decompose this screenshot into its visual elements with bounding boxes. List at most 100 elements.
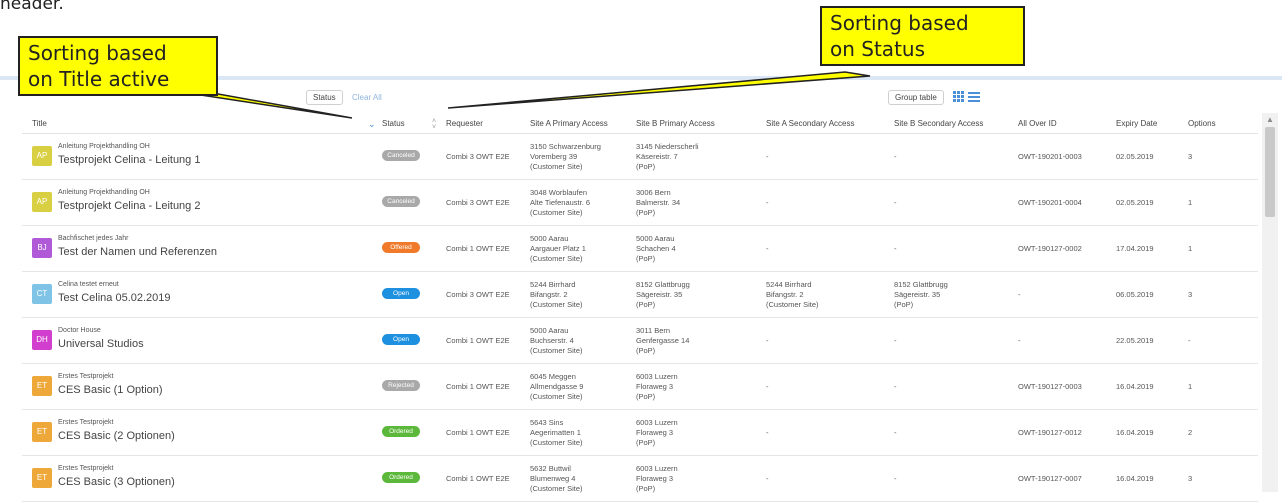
col-expiry-date[interactable]: Expiry Date [1116, 119, 1157, 128]
siteB2-cell: - [894, 474, 897, 483]
siteA-cell: 5632 Buttwil Blumenweg 4 (Customer Site) [530, 464, 583, 494]
options-cell: 1 [1188, 244, 1193, 253]
address-line: 8152 Glattbrugg [636, 280, 690, 289]
address-line: Balmerstr. 34 [636, 198, 681, 207]
address-line: Genfergasse 14 [636, 336, 690, 345]
project-title[interactable]: Test der Namen und Referenzen [58, 246, 217, 258]
requester-cell: Combi 1 OWT E2E [446, 474, 510, 483]
col-title[interactable]: Title [32, 119, 47, 128]
siteA-cell: 3150 Schwarzenburg Voremberg 39 (Customer … [530, 142, 601, 172]
siteA-cell: 5643 Sins Aegerimatten 1 (Customer Site) [530, 418, 583, 448]
status-filter-chip[interactable]: Status [306, 90, 343, 105]
scroll-up-icon[interactable]: ▲ [1266, 115, 1274, 124]
project-subtitle: Anleitung Projekthandling OH [58, 143, 150, 150]
address-line: 5000 Aarau [636, 234, 675, 243]
status-badge: Canceled [382, 150, 420, 161]
project-title[interactable]: CES Basic (3 Optionen) [58, 476, 175, 488]
address-line: 5244 Birrhard [766, 280, 812, 289]
siteB2-cell: - [894, 152, 897, 161]
siteA-cell: 5000 Aarau Buchserstr. 4 (Customer Site) [530, 326, 583, 356]
table-row[interactable]: BJ Bachfischet jedes Jahr Test der Namen u… [22, 226, 1258, 272]
address-line: Voremberg 39 [530, 152, 578, 161]
address-line: (Customer Site) [530, 300, 583, 309]
requester-cell: Combi 1 OWT E2E [446, 428, 510, 437]
table-row[interactable]: CT Celina testet erneut Test Celina 05.02.… [22, 272, 1258, 318]
siteA2-cell: - [766, 152, 769, 161]
col-site-b-secondary[interactable]: Site B Secondary Access [894, 119, 983, 128]
grid-view-icon[interactable] [953, 91, 965, 103]
project-title[interactable]: CES Basic (1 Option) [58, 384, 163, 396]
address-line: Käsereistr. 7 [636, 152, 678, 161]
table-row[interactable]: ET Erstes Testprojekt CES Basic (2 Optione… [22, 410, 1258, 456]
chevron-down-icon[interactable]: ⌄ [368, 119, 376, 130]
siteB-cell: 3011 Bern Genfergasse 14 (PoP) [636, 326, 689, 356]
siteB2-cell: 8152 Glattbrugg Sägereistr. 35 (PoP) [894, 280, 948, 310]
siteB-cell: 5000 Aarau Schachen 4 (PoP) [636, 234, 676, 264]
sort-arrows-icon[interactable]: ˄ ˅ [432, 118, 436, 131]
status-badge: Open [382, 288, 420, 299]
project-title[interactable]: Universal Studios [58, 338, 144, 350]
project-subtitle: Erstes Testprojekt [58, 373, 114, 380]
scroll-thumb[interactable] [1265, 127, 1275, 217]
address-line: 8152 Glattbrugg [894, 280, 948, 289]
vertical-scrollbar[interactable]: ▲ [1262, 113, 1278, 492]
col-site-a-secondary[interactable]: Site A Secondary Access [766, 119, 855, 128]
status-badge: Ordered [382, 426, 420, 437]
address-line: (PoP) [636, 346, 656, 355]
group-table-button[interactable]: Group table [888, 90, 944, 105]
all-over-id-cell: - [1018, 336, 1021, 345]
project-subtitle: Erstes Testprojekt [58, 419, 114, 426]
table-row[interactable]: DH Doctor House Universal Studios Open Combi… [22, 318, 1258, 364]
address-line: (PoP) [636, 162, 656, 171]
table-row[interactable]: AP Anleitung Projekthandling OH Testprojek… [22, 134, 1258, 180]
table-row[interactable]: AP Anleitung Projekthandling OH Testprojek… [22, 180, 1258, 226]
project-title[interactable]: Testprojekt Celina - Leitung 2 [58, 200, 200, 212]
table-header: Title ⌄ Status ˄ ˅ Requester Site A Prima… [22, 113, 1258, 134]
clear-all-link[interactable]: Clear All [352, 93, 382, 102]
col-status[interactable]: Status [382, 119, 405, 128]
table-row[interactable]: ET Erstes Testprojekt CES Basic (1 Option)… [22, 364, 1258, 410]
all-over-id-cell: OWT-190201-0004 [1018, 198, 1082, 207]
col-all-over-id[interactable]: All Over ID [1018, 119, 1057, 128]
expiry-date-cell: 02.05.2019 [1116, 152, 1154, 161]
text-fragment: header. [0, 0, 64, 14]
options-cell: 1 [1188, 198, 1193, 207]
project-title[interactable]: Testprojekt Celina - Leitung 1 [58, 154, 200, 166]
project-title[interactable]: CES Basic (2 Optionen) [58, 430, 175, 442]
address-line: (PoP) [636, 300, 656, 309]
avatar: CT [32, 284, 52, 304]
siteB-cell: 6003 Luzern Floraweg 3 (PoP) [636, 418, 678, 448]
all-over-id-cell: OWT-190201-0003 [1018, 152, 1082, 161]
address-line: Bifangstr. 2 [766, 290, 804, 299]
siteB2-cell: - [894, 336, 897, 345]
requester-cell: Combi 1 OWT E2E [446, 336, 510, 345]
status-badge: Offered [382, 242, 420, 253]
expiry-date-cell: 06.05.2019 [1116, 290, 1154, 299]
avatar: ET [32, 422, 52, 442]
col-requester[interactable]: Requester [446, 119, 483, 128]
address-line: Sägereistr. 35 [636, 290, 683, 299]
expiry-date-cell: 16.04.2019 [1116, 382, 1154, 391]
address-line: Floraweg 3 [636, 474, 674, 483]
options-cell: - [1188, 336, 1191, 345]
all-over-id-cell: OWT-190127-0003 [1018, 382, 1082, 391]
requester-cell: Combi 3 OWT E2E [446, 290, 510, 299]
address-line: 3150 Schwarzenburg [530, 142, 601, 151]
list-view-icon[interactable] [968, 91, 980, 103]
address-line: 6003 Luzern [636, 418, 678, 427]
siteB-cell: 3145 Niederscherli Käsereistr. 7 (PoP) [636, 142, 699, 172]
siteA-cell: 5000 Aarau Aargauer Platz 1 (Customer Site… [530, 234, 586, 264]
project-subtitle: Celina testet erneut [58, 281, 119, 288]
address-line: Allmendgasse 9 [530, 382, 584, 391]
siteA-cell: 5244 Birrhard Bifangstr. 2 (Customer Site) [530, 280, 583, 310]
siteB2-cell: - [894, 198, 897, 207]
col-site-b-primary[interactable]: Site B Primary Access [636, 119, 715, 128]
col-options[interactable]: Options [1188, 119, 1216, 128]
address-line: Aegerimatten 1 [530, 428, 581, 437]
table-row[interactable]: ET Erstes Testprojekt CES Basic (3 Optione… [22, 456, 1258, 502]
col-site-a-primary[interactable]: Site A Primary Access [530, 119, 608, 128]
project-title[interactable]: Test Celina 05.02.2019 [58, 292, 171, 304]
requester-cell: Combi 3 OWT E2E [446, 152, 510, 161]
address-line: 6003 Luzern [636, 372, 678, 381]
projects-table: Title ⌄ Status ˄ ˅ Requester Site A Prima… [22, 113, 1258, 502]
